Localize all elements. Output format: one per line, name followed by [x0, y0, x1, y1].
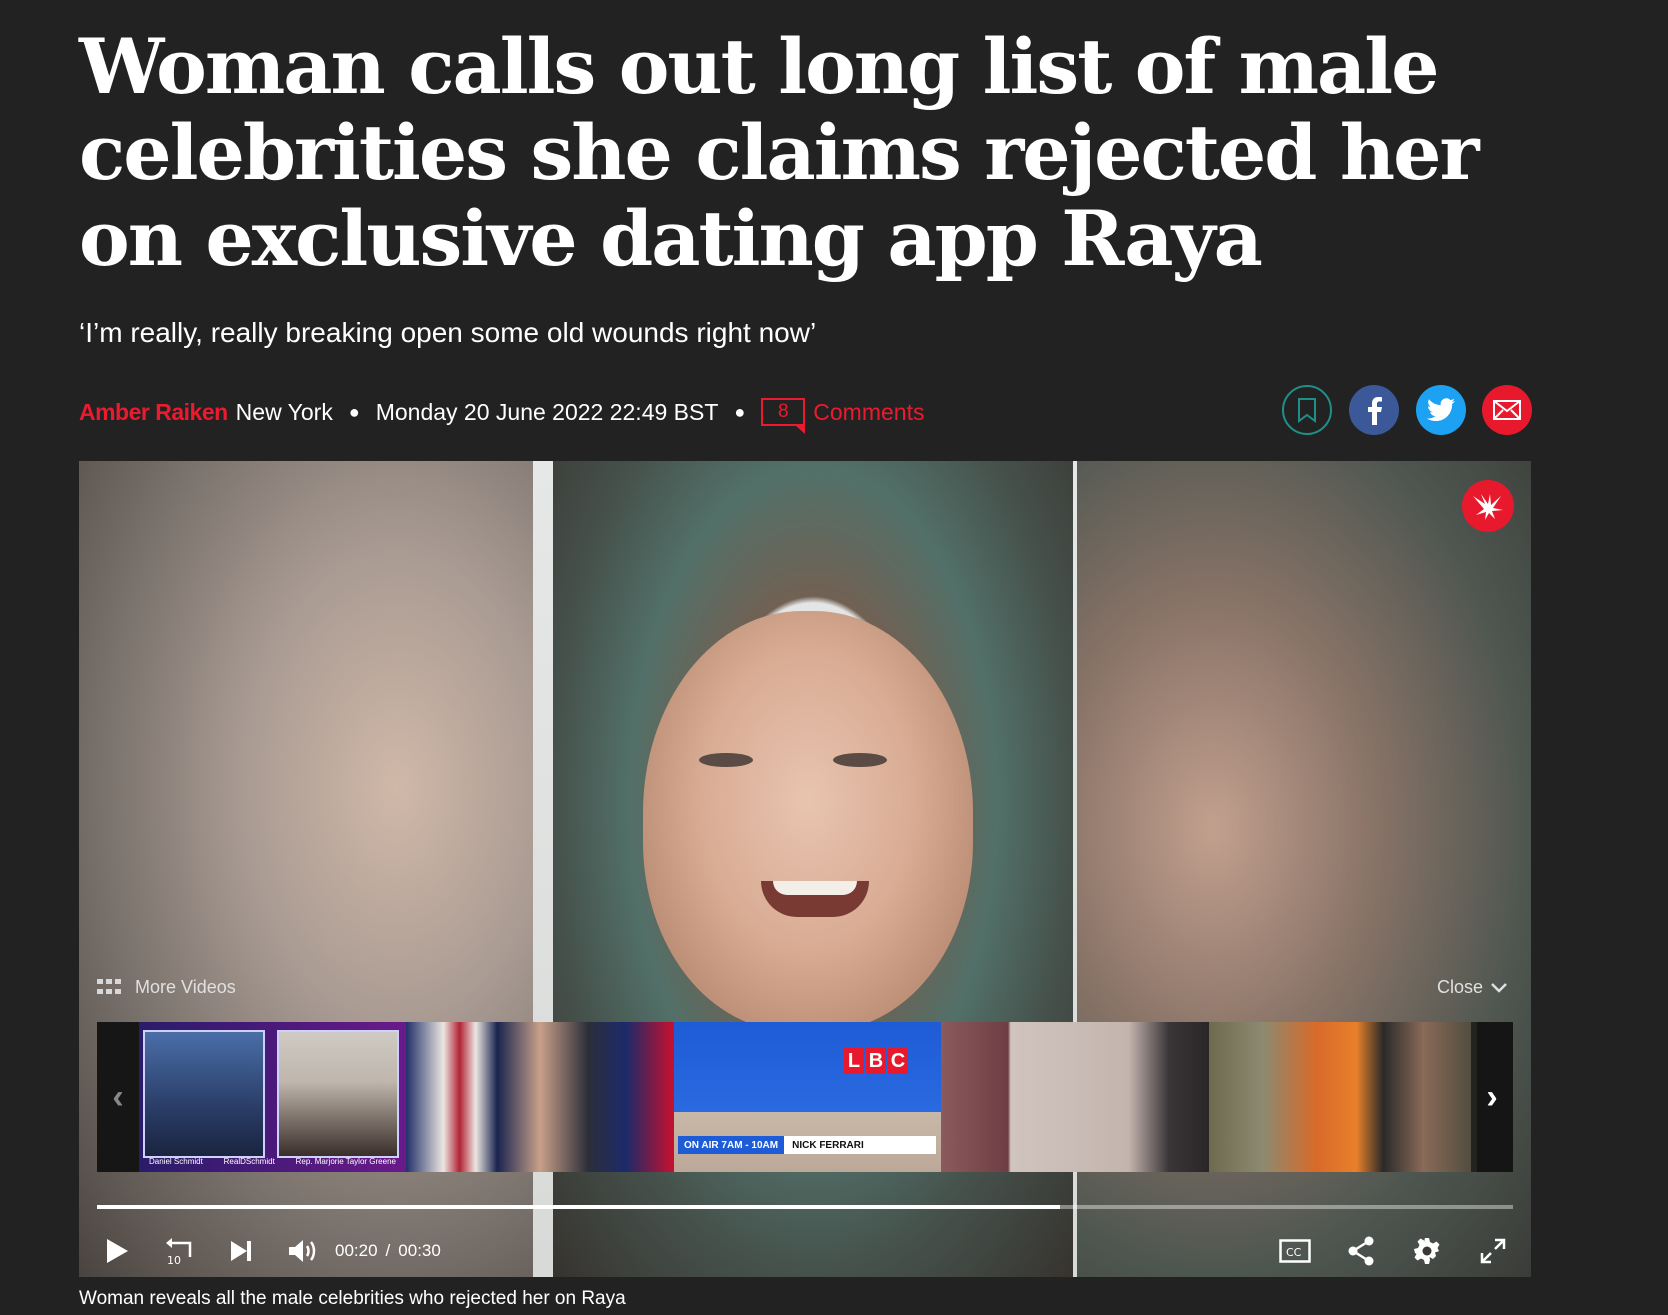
facebook-share-button[interactable]	[1349, 385, 1399, 435]
play-icon	[107, 1239, 128, 1263]
grid-icon	[97, 978, 121, 997]
separator-dot: ●	[734, 401, 746, 422]
twitter-share-button[interactable]	[1416, 385, 1466, 435]
bookmark-button[interactable]	[1282, 385, 1332, 435]
thumbnail-panel	[143, 1030, 265, 1158]
publish-date: Monday 20 June 2022 22:49 BST	[375, 398, 719, 425]
comment-count-badge[interactable]: 8	[761, 398, 806, 434]
twitter-icon	[1427, 398, 1455, 421]
video-thumbnail[interactable]: Daniel Schmidt RealDSchmidt Rep. Marjori…	[139, 1022, 406, 1172]
comments-link[interactable]: Comments	[813, 399, 924, 426]
gear-icon	[1414, 1238, 1440, 1264]
thumbnail-caption: Daniel Schmidt RealDSchmidt Rep. Marjori…	[149, 1157, 396, 1166]
next-video-button[interactable]	[221, 1231, 261, 1271]
thumbnail-lower-third: ON AIR 7AM - 10AM NICK FERRARI	[678, 1136, 936, 1154]
video-thumbnail[interactable]	[406, 1022, 674, 1172]
settings-button[interactable]	[1407, 1231, 1447, 1271]
author-link[interactable]: Amber Raiken	[79, 399, 228, 426]
more-videos-carousel: ‹ Daniel Schmidt RealDSchmidt Rep. Marjo…	[97, 1022, 1513, 1172]
svg-text:10: 10	[167, 1254, 181, 1265]
duration: 00:30	[398, 1241, 441, 1260]
carousel-prev-button[interactable]: ‹	[97, 1022, 139, 1172]
email-icon	[1493, 400, 1521, 420]
eagle-logo-icon	[1473, 494, 1503, 520]
captions-button[interactable]: CC	[1275, 1231, 1315, 1271]
fullscreen-button[interactable]	[1473, 1231, 1513, 1271]
bookmark-icon	[1298, 398, 1316, 423]
video-player[interactable]: More Videos Close ‹ Daniel Schmidt RealD…	[79, 461, 1531, 1277]
email-share-button[interactable]	[1482, 385, 1532, 435]
skip-next-icon	[231, 1241, 251, 1261]
chevron-left-icon: ‹	[112, 1077, 124, 1116]
article-headline: Woman calls out long list of male celebr…	[79, 22, 1480, 283]
more-videos-toggle[interactable]: More Videos	[97, 977, 236, 998]
video-figure-eye	[699, 753, 753, 767]
rewind-10-icon: 10	[166, 1238, 192, 1265]
play-button[interactable]	[97, 1231, 137, 1271]
share-icon	[1348, 1236, 1374, 1266]
video-figure-eye	[833, 753, 887, 767]
chevron-right-icon: ›	[1486, 1077, 1498, 1116]
current-time: 00:20	[335, 1241, 378, 1260]
separator-dot: ●	[348, 401, 360, 422]
volume-icon	[289, 1240, 316, 1262]
rewind-10-button[interactable]: 10	[159, 1231, 199, 1271]
time-separator: /	[385, 1241, 391, 1260]
video-thumbnail[interactable]	[941, 1022, 1209, 1172]
byline: Amber Raiken New York ● Monday 20 June 2…	[79, 392, 924, 434]
closed-captions-icon: CC	[1279, 1239, 1311, 1263]
chevron-down-icon	[1491, 982, 1507, 993]
close-more-videos-button[interactable]: Close	[1437, 977, 1507, 998]
publisher-logo-badge	[1462, 480, 1514, 532]
facebook-icon	[1368, 397, 1382, 425]
video-progress-bar[interactable]	[97, 1205, 1513, 1209]
video-caption: Woman reveals all the male celebrities w…	[79, 1288, 626, 1309]
volume-button[interactable]	[283, 1231, 323, 1271]
byline-location: New York	[235, 398, 333, 425]
video-thumbnail[interactable]: L B C ON AIR 7AM - 10AM NICK FERRARI	[674, 1022, 941, 1172]
lbc-logo: L B C	[844, 1048, 908, 1074]
video-progress-fill	[97, 1205, 1060, 1209]
share-video-button[interactable]	[1341, 1231, 1381, 1271]
fullscreen-icon	[1480, 1238, 1506, 1264]
video-controls: 10 00:20 / 00:30 CC	[97, 1231, 1513, 1271]
close-label: Close	[1436, 977, 1483, 997]
svg-text:CC: CC	[1286, 1246, 1302, 1259]
thumbnail-panel	[277, 1030, 399, 1158]
article-standfirst: ‘I’m really, really breaking open some o…	[79, 317, 817, 348]
carousel-next-button[interactable]: ›	[1471, 1022, 1513, 1172]
more-videos-label: More Videos	[135, 977, 236, 997]
video-thumbnail[interactable]	[1209, 1022, 1477, 1172]
video-figure-face	[643, 611, 973, 1031]
